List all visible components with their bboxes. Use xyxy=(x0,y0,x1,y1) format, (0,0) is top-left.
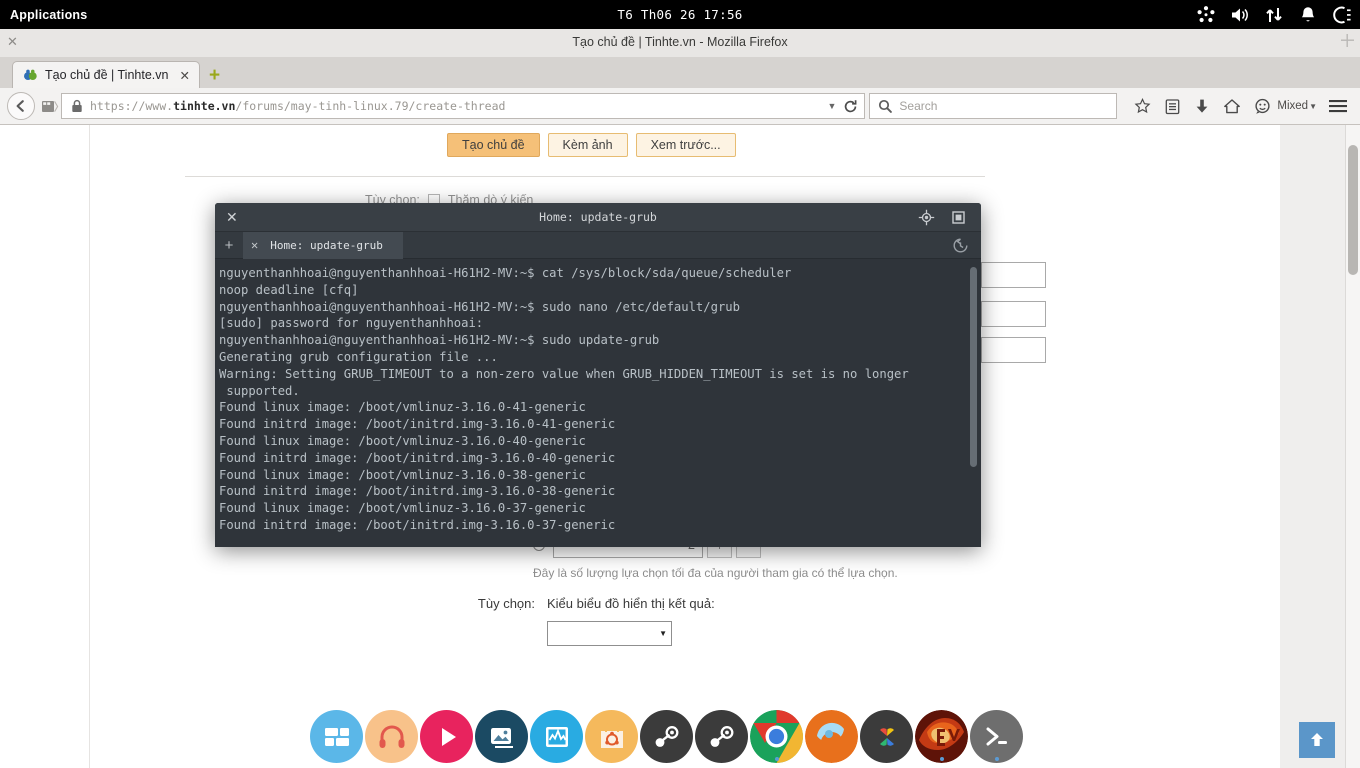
network-updown-icon[interactable] xyxy=(1264,5,1284,25)
window-resize-icon[interactable] xyxy=(1341,34,1354,47)
search-icon xyxy=(879,99,893,113)
clover-files-icon[interactable] xyxy=(860,710,913,763)
side-input-2[interactable] xyxy=(981,301,1046,327)
page-left-gutter xyxy=(0,125,90,768)
image-viewer-icon[interactable] xyxy=(475,710,528,763)
side-input-1[interactable] xyxy=(981,262,1046,288)
terminal-window: ✕ Home: update-grub + ✕ Home: update-gru… xyxy=(215,203,981,547)
hamburger-menu-icon xyxy=(1329,100,1347,113)
lock-icon xyxy=(72,99,82,112)
firefox-icon[interactable] xyxy=(805,710,858,763)
steam-icon[interactable] xyxy=(640,710,693,763)
panel-clock[interactable]: T6 Th06 26 17:56 xyxy=(0,7,1360,22)
desktop-dock xyxy=(310,710,1023,763)
page-scrollbar-thumb[interactable] xyxy=(1348,145,1358,275)
url-text: https://www.tinhte.vn/forums/may-tinh-li… xyxy=(90,99,506,113)
system-tray xyxy=(1196,5,1352,25)
volume-icon[interactable] xyxy=(1230,5,1250,25)
mixed-caret-icon[interactable]: ▼ xyxy=(1309,102,1317,111)
game-icon[interactable] xyxy=(915,710,968,763)
preview-button[interactable]: Xem trước... xyxy=(635,133,736,157)
form-action-buttons: Tạo chủ đề Kèm ảnh Xem trước... xyxy=(447,133,736,157)
site-identity-icon xyxy=(42,100,59,112)
terminal-tab-label: Home: update-grub xyxy=(270,238,383,252)
back-icon xyxy=(16,100,24,112)
chevron-down-icon: ▼ xyxy=(659,629,667,638)
notification-bell-icon[interactable] xyxy=(1298,5,1318,25)
arrow-up-icon xyxy=(1311,733,1323,746)
tab-close-icon[interactable]: ✕ xyxy=(179,68,189,83)
section-divider xyxy=(185,176,985,177)
system-monitor-icon[interactable] xyxy=(530,710,583,763)
terminal-locate-icon[interactable] xyxy=(918,209,935,226)
site-identity-button[interactable] xyxy=(37,94,59,118)
terminal-titlebar: ✕ Home: update-grub xyxy=(215,203,981,232)
apps-grid-icon[interactable] xyxy=(1196,5,1216,25)
terminal-scrollbar-thumb[interactable] xyxy=(970,267,977,467)
headphones-music-icon[interactable] xyxy=(365,710,418,763)
back-button[interactable] xyxy=(7,92,35,120)
power-icon[interactable] xyxy=(1332,5,1352,25)
terminal-body[interactable]: nguyenthanhhoai@nguyenthanhhoai-H61H2-MV… xyxy=(215,259,981,547)
google-chrome-icon[interactable] xyxy=(750,710,803,763)
search-input-placeholder: Search xyxy=(899,99,938,113)
back-to-top-button[interactable] xyxy=(1299,722,1335,758)
url-bar[interactable]: https://www.tinhte.vn/forums/may-tinh-li… xyxy=(61,93,866,119)
pocket-icon xyxy=(1255,98,1270,114)
running-indicator xyxy=(994,757,999,761)
terminal-scrollbar[interactable] xyxy=(970,263,979,543)
terminal-maximize-icon[interactable] xyxy=(952,211,965,224)
bookmark-star-icon xyxy=(1134,97,1151,113)
window-tiles-icon[interactable] xyxy=(310,710,363,763)
download-icon xyxy=(1196,99,1208,113)
gnome-top-panel: Applications T6 Th06 26 17:56 xyxy=(0,0,1360,29)
reload-icon[interactable] xyxy=(843,99,858,114)
terminal-output: nguyenthanhhoai@nguyenthanhhoai-H61H2-MV… xyxy=(219,266,909,532)
options-label: Tùy chọn: xyxy=(477,596,535,611)
running-indicator xyxy=(774,757,779,761)
reader-list-icon xyxy=(1165,98,1180,114)
steam-alt-icon[interactable] xyxy=(695,710,748,763)
page-scrollbar[interactable] xyxy=(1345,125,1360,768)
attach-image-button[interactable]: Kèm ảnh xyxy=(547,133,628,157)
max-choices-help-text: Đây là số lượng lựa chọn tối đa của ngườ… xyxy=(533,566,898,580)
window-title: Tạo chủ đề | Tinhte.vn - Mozilla Firefox xyxy=(572,35,788,49)
ubuntu-software-icon[interactable] xyxy=(585,710,638,763)
search-bar[interactable]: Search xyxy=(869,93,1118,119)
terminal-tab[interactable]: ✕ Home: update-grub xyxy=(243,231,403,259)
browser-tab[interactable]: Tạo chủ đề | Tinhte.vn ✕ xyxy=(12,61,200,88)
chart-type-label: Kiểu biểu đồ hiển thị kết quả: xyxy=(547,596,715,611)
home-button[interactable] xyxy=(1217,92,1247,120)
mixed-content-label[interactable]: Mixed xyxy=(1277,100,1308,112)
running-indicator xyxy=(939,757,944,761)
new-tab-button[interactable]: + xyxy=(209,66,220,85)
terminal-tab-close-icon[interactable]: ✕ xyxy=(251,238,258,252)
terminal-tabbar: + ✕ Home: update-grub xyxy=(215,231,981,259)
reader-list-button[interactable] xyxy=(1157,92,1187,120)
tinhte-favicon xyxy=(24,69,37,80)
chart-type-select[interactable]: ▼ xyxy=(547,621,672,646)
download-button[interactable] xyxy=(1187,92,1217,120)
navigation-toolbar: https://www.tinhte.vn/forums/may-tinh-li… xyxy=(0,88,1360,125)
create-thread-button[interactable]: Tạo chủ đề xyxy=(447,133,540,157)
pocket-button[interactable] xyxy=(1247,92,1277,120)
tab-strip: Tạo chủ đề | Tinhte.vn ✕ + xyxy=(0,57,1360,88)
terminal-window-title: Home: update-grub xyxy=(539,210,657,224)
terminal-history-icon[interactable] xyxy=(952,237,969,254)
side-input-3[interactable] xyxy=(981,337,1046,363)
home-icon xyxy=(1224,98,1241,113)
terminal-icon[interactable] xyxy=(970,710,1023,763)
hamburger-menu-button[interactable] xyxy=(1323,92,1353,120)
bookmark-star-button[interactable] xyxy=(1127,92,1157,120)
play-video-icon[interactable] xyxy=(420,710,473,763)
firefox-titlebar: ✕ Tạo chủ đề | Tinhte.vn - Mozilla Firef… xyxy=(0,29,1360,57)
tab-label: Tạo chủ đề | Tinhte.vn xyxy=(45,68,169,82)
terminal-newtab-icon[interactable]: + xyxy=(215,237,243,254)
url-dropdown-caret-icon[interactable]: ▼ xyxy=(827,101,836,111)
